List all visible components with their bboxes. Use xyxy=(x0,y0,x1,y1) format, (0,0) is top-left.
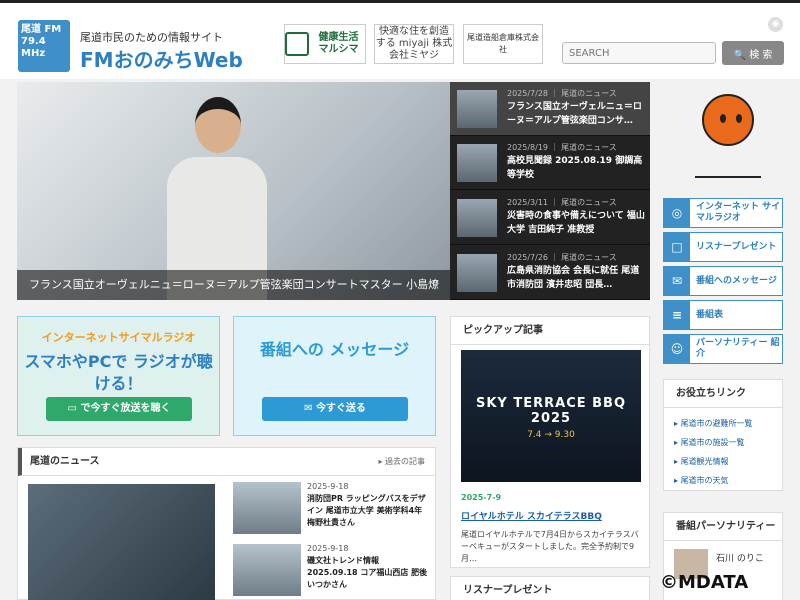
news-thumbnail xyxy=(233,482,301,534)
rss-icon[interactable]: ◉ xyxy=(768,17,783,32)
pc-icon: ▭ xyxy=(67,403,77,414)
news-title[interactable]: 磯文社トレンド情報 2025.09.18 コア福山西店 肥後いつかさん xyxy=(307,555,431,591)
news-title: 高校見聞録 2025.08.19 御調高等学校 xyxy=(507,156,643,180)
news-title: 災害時の食事や備えについて 福山大学 吉田純子 准教授 xyxy=(507,211,645,235)
useful-link[interactable]: ▸ 尾道市の避難所一覧 xyxy=(674,414,782,433)
news-thumbnail xyxy=(457,90,497,128)
news-thumbnail xyxy=(233,544,301,596)
useful-link[interactable]: ▸ 尾道市の施設一覧 xyxy=(674,433,782,452)
news-title[interactable]: 消防団PR ラッピングバスをデザイン 尾道市立大学 美術学科4年 梅野杜貴さん xyxy=(307,493,431,529)
slider-news-item[interactable]: 2025/8/19 ｜ 尾道のニュース 高校見聞録 2025.08.19 御調高… xyxy=(450,136,650,190)
sponsor-marushima[interactable]: 健康生活 マルシマ xyxy=(284,24,366,64)
message-banner[interactable]: 番組への メッセージ ✉ 今すぐ送る xyxy=(233,316,436,436)
sponsor-onomichi-zosen[interactable]: 尾道造船倉庫株式会社 xyxy=(463,24,543,64)
local-news-section: 尾道のニュース ▸ 過去の記事 2025-9-18 消防団PR ラッピングバスをデ… xyxy=(17,447,436,600)
sponsor-label: 尾道造船倉庫株式会社 xyxy=(467,33,539,54)
useful-link[interactable]: ▸ 尾道市の天気 xyxy=(674,471,782,490)
schedule-icon: ≡ xyxy=(664,301,690,329)
button-label: で今すぐ放送を聴く xyxy=(80,403,171,414)
search-input[interactable] xyxy=(562,42,716,64)
section-heading: ピックアップ記事 xyxy=(451,317,649,345)
menu-program-schedule[interactable]: ≡ 番組表 xyxy=(663,300,783,330)
hero-slide[interactable]: フランス国立オーヴェルニュ＝ローヌ＝アルプ管弦楽団コンサートマスター 小島燎さん xyxy=(17,82,450,300)
mascot-character xyxy=(680,92,780,182)
slider-news-item[interactable]: 2025/7/26 ｜ 尾道のニュース 広島県消防協会 会長に就任 尾道市消防団… xyxy=(450,246,650,300)
menu-label: 番組表 xyxy=(696,309,724,320)
menu-label: インターネット サイマルラジオ xyxy=(696,202,781,223)
news-thumbnail xyxy=(457,254,497,292)
news-meta: 2025/8/19 ｜ 尾道のニュース xyxy=(507,143,617,152)
section-heading: 番組パーソナリティー xyxy=(664,513,782,541)
site-title[interactable]: FMおのみちWeb xyxy=(80,44,243,73)
pickup-date: 2025-7-9 xyxy=(461,493,502,502)
site-subtitle: 尾道市民のための情報サイト xyxy=(80,31,223,44)
pickup-section: ピックアップ記事 SKY TERRACE BBQ 2025 7.4 → 9.30… xyxy=(450,316,650,568)
banner-main-text: 番組への メッセージ xyxy=(259,340,410,359)
menu-personality-intro[interactable]: ☺ パーソナリティー 紹介 xyxy=(663,334,783,364)
banner-main-text: スマホやPCで ラジオが聴ける！ xyxy=(24,352,213,393)
past-articles-link[interactable]: ▸ 過去の記事 xyxy=(378,448,425,476)
personality-name[interactable]: 石川 のりこ xyxy=(716,551,764,564)
simul-radio-banner[interactable]: インターネットサイマルラジオ スマホやPCで ラジオが聴ける！ ▭ で今すぐ放送… xyxy=(17,316,220,436)
send-now-button[interactable]: ✉ 今すぐ送る xyxy=(262,397,408,421)
useful-link[interactable]: ▸ 尾道観光情報 xyxy=(674,452,782,471)
news-meta: 2025/3/11 ｜ 尾道のニュース xyxy=(507,198,617,207)
poster-title: SKY TERRACE BBQ 2025 xyxy=(475,396,627,426)
news-meta: 2025/7/26 ｜ 尾道のニュース xyxy=(507,253,617,262)
radio-icon: ◎ xyxy=(664,199,690,227)
banner-heading: インターネットサイマルラジオ xyxy=(41,331,196,344)
mail-icon: ✉ xyxy=(304,403,313,414)
section-heading: 尾道のニュース ▸ 過去の記事 xyxy=(18,448,435,476)
hero-caption: フランス国立オーヴェルニュ＝ローヌ＝アルプ管弦楽団コンサートマスター 小島燎さん xyxy=(17,270,450,300)
slider-news-item[interactable]: 2025/3/11 ｜ 尾道のニュース 災害時の食事や備えについて 福山大学 吉… xyxy=(450,191,650,245)
site-logo[interactable]: 尾道 FM 79.4 MHz xyxy=(18,20,70,72)
featured-news-photo[interactable] xyxy=(28,484,215,600)
local-news-item[interactable]: 2025-9-18 消防団PR ラッピングバスをデザイン 尾道市立大学 美術学科… xyxy=(229,482,429,542)
listen-now-button[interactable]: ▭ で今すぐ放送を聴く xyxy=(46,397,192,421)
menu-program-message[interactable]: ✉ 番組へのメッセージ xyxy=(663,266,783,296)
useful-links-section: お役立ちリンク ▸ 尾道市の避難所一覧 ▸ 尾道市の施設一覧 ▸ 尾道観光情報 … xyxy=(663,379,783,491)
menu-label: 番組へのメッセージ xyxy=(696,275,777,286)
site-header: 尾道 FM 79.4 MHz 尾道市民のための情報サイト FMおのみちWeb 健… xyxy=(0,3,800,79)
sponsor-label: 快適な住を創造する miyaji 株式会社ミヤジ xyxy=(375,26,453,61)
pickup-link[interactable]: ロイヤルホテル スカイテラスBBQ xyxy=(461,509,602,522)
section-heading: リスナープレゼント xyxy=(451,577,649,600)
slider-news-item[interactable]: 2025/7/28 ｜ 尾道のニュース フランス国立オーヴェルニュ＝ローヌ＝アル… xyxy=(450,82,650,136)
menu-label: パーソナリティー 紹介 xyxy=(696,338,780,359)
local-news-item[interactable]: 2025-9-18 磯文社トレンド情報 2025.09.18 コア福山西店 肥後… xyxy=(229,544,429,600)
listener-present-section: リスナープレゼント xyxy=(450,576,650,600)
news-date: 2025-9-18 xyxy=(307,482,349,491)
news-title: フランス国立オーヴェルニュ＝ローヌ＝アルプ管弦楽団コンサ… xyxy=(507,102,642,126)
news-title: 広島県消防協会 会長に就任 尾道市消防団 濱井忠昭 団長… xyxy=(507,266,640,290)
marushima-logo-icon xyxy=(285,32,309,56)
news-meta: 2025/7/28 ｜ 尾道のニュース xyxy=(507,89,617,98)
search-label: 検 索 xyxy=(749,49,773,61)
hero-photo-person xyxy=(167,97,267,300)
pickup-description: 尾道ロイヤルホテルで7月4日からスカイテラスバーベキューがスタートしました。完全… xyxy=(461,530,639,563)
menu-label: リスナープレゼント xyxy=(696,241,777,252)
menu-listener-present[interactable]: □ リスナープレゼント xyxy=(663,232,783,262)
mail-icon: ✉ xyxy=(664,267,690,295)
pickup-poster-image[interactable]: SKY TERRACE BBQ 2025 7.4 → 9.30 xyxy=(461,350,641,482)
poster-dates: 7.4 → 9.30 xyxy=(527,430,575,440)
search-button[interactable]: 🔍 検 索 xyxy=(722,41,784,65)
menu-simul-radio[interactable]: ◎ インターネット サイマルラジオ xyxy=(663,198,783,228)
people-icon: ☺ xyxy=(664,335,690,363)
news-thumbnail xyxy=(457,199,497,237)
slider-news-list: 2025/7/28 ｜ 尾道のニュース フランス国立オーヴェルニュ＝ローヌ＝アル… xyxy=(450,82,650,300)
gift-icon: □ xyxy=(664,233,690,261)
watermark: ©MDATA xyxy=(660,572,749,593)
news-thumbnail xyxy=(457,144,497,182)
sponsor-miyaji[interactable]: 快適な住を創造する miyaji 株式会社ミヤジ xyxy=(374,24,454,64)
sponsor-label: 健康生活 マルシマ xyxy=(318,32,359,55)
button-label: 今すぐ送る xyxy=(315,403,366,414)
section-heading: お役立ちリンク xyxy=(664,380,782,408)
search-icon: 🔍 xyxy=(733,49,747,61)
news-date: 2025-9-18 xyxy=(307,544,349,553)
